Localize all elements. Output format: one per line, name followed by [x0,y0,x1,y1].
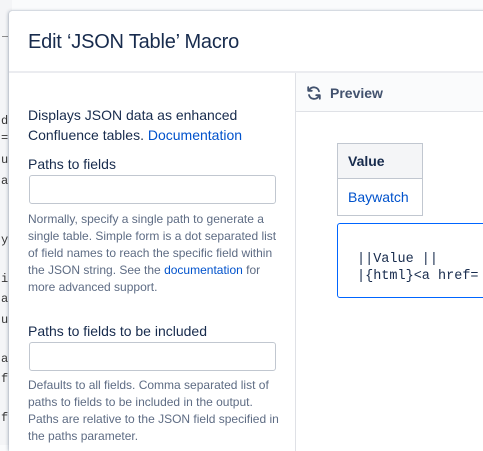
paths-included-label: Paths to fields to be included [28,323,208,339]
preview-code-block: ||Value || |{html}<a href= [337,223,483,298]
preview-toolbar: Preview [296,73,483,112]
paths-included-input[interactable] [29,342,276,371]
editor-char: d [1,114,9,128]
paths-input[interactable] [29,175,276,204]
macro-parameters-panel: Displays JSON data as enhanced Confluenc… [9,73,296,451]
preview-table: Value Baywatch [337,143,423,216]
paths-documentation-link[interactable]: documentation [164,263,243,277]
editor-char: u [1,153,9,167]
editor-char: f [1,372,9,386]
editor-dashed-line [2,36,8,37]
dialog-title: Edit ‘JSON Table’ Macro [28,31,240,53]
code-line: ||Value || [357,252,439,267]
editor-char: u [1,313,9,327]
table-header-cell: Value [337,143,423,179]
table-row: Baywatch [337,178,423,216]
macro-description: Displays JSON data as enhanced Confluenc… [28,105,278,145]
table-cell-link[interactable]: Baywatch [337,178,423,216]
editor-char: i [1,272,9,286]
editor-char: a [1,174,9,188]
editor-char: a [1,292,9,306]
documentation-link[interactable]: Documentation [148,127,242,143]
code-line: |{html}<a href= [357,269,479,284]
preview-panel: Preview Value Baywatch ||Value || |{html}… [296,73,483,451]
paths-label: Paths to fields [28,156,116,172]
macro-edit-dialog: Edit ‘JSON Table’ Macro Displays JSON da… [9,11,483,451]
table-header-row: Value [337,143,423,179]
dialog-header: Edit ‘JSON Table’ Macro [9,11,483,73]
editor-char: = [1,131,9,145]
paths-included-help-text: Defaults to all fields. Comma separated … [28,378,279,443]
editor-char: f [1,411,9,425]
paths-help-text: Normally, specify a single path to gener… [28,211,280,296]
preview-button-label: Preview [330,85,383,101]
editor-char: y [1,233,9,247]
editor-char: a [1,352,9,366]
preview-button[interactable]: Preview [306,82,383,104]
refresh-icon [306,85,322,101]
